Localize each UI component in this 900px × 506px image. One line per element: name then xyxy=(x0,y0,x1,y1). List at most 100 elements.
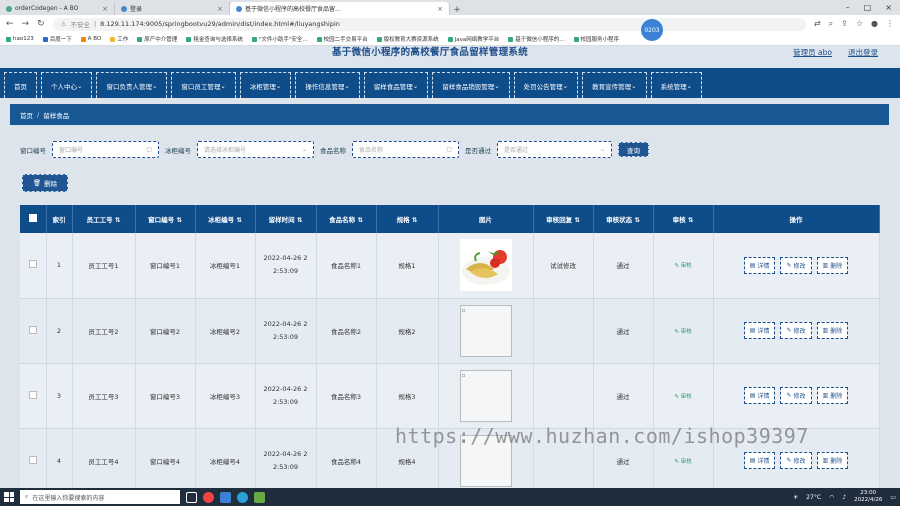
row-checkbox[interactable] xyxy=(20,298,47,364)
close-tab-icon[interactable]: × xyxy=(217,5,223,13)
col-freezer-no[interactable]: 冰柜编号 ⇅ xyxy=(195,205,256,233)
minimize-icon[interactable]: – xyxy=(846,3,850,12)
bookmark-item[interactable]: A BO xyxy=(80,36,101,42)
approved-select[interactable]: 是否通过 ⌄ xyxy=(497,141,612,158)
chrome-icon[interactable] xyxy=(203,491,214,503)
menu-icon[interactable]: ⋮ xyxy=(886,19,894,29)
windows-start-icon[interactable] xyxy=(4,492,14,502)
logout-link[interactable]: 退出登录 xyxy=(848,47,878,58)
search-icon: ⌕ xyxy=(25,493,29,500)
delete-button[interactable]: ▥ 删除 xyxy=(816,256,849,274)
cell-index: 4 xyxy=(46,428,73,488)
col-window-no[interactable]: 窗口编号 ⇅ xyxy=(135,205,196,233)
browser-tab-active[interactable]: 基于微信小程序的高校餐厅食品留... × xyxy=(230,2,450,15)
nav-sample-food[interactable]: 留样食品管理 ⌄ xyxy=(363,72,429,98)
bookmark-icon xyxy=(137,36,143,42)
nav-penalty-notice[interactable]: 处罚公告管理 ⌄ xyxy=(513,72,579,98)
bookmark-item[interactable]: 租金查询与选择系统 xyxy=(186,35,243,43)
audit-link[interactable]: ✎ 审核 xyxy=(674,263,691,269)
user-area: 管理员 abo 退出登录 xyxy=(793,47,878,58)
bookmark-item[interactable]: 校园二手交易平台 xyxy=(316,35,368,43)
close-tab-icon[interactable]: × xyxy=(437,5,443,13)
col-staff-no[interactable]: 员工工号 ⇅ xyxy=(72,205,136,233)
edit-button[interactable]: ✎ 修改 xyxy=(780,387,812,404)
share-icon[interactable]: ⇪ xyxy=(841,19,848,29)
bookmark-item[interactable]: 百度一下 xyxy=(42,35,72,43)
freezer-no-select[interactable]: 请选择冰柜编号 ⌄ xyxy=(197,141,314,158)
edge-icon[interactable] xyxy=(237,491,248,503)
bookmark-item[interactable]: 原产中介管理 xyxy=(137,35,177,43)
clock[interactable]: 23:00 2022/4/26 xyxy=(854,490,882,504)
edit-button[interactable]: ✎ 修改 xyxy=(780,322,812,339)
bookmark-item[interactable]: 基于微信小程序的... xyxy=(508,35,565,43)
col-sample-time[interactable]: 留样时间 ⇅ xyxy=(255,205,317,233)
select-all-checkbox[interactable] xyxy=(20,205,47,233)
delete-button[interactable]: ▥ 删除 xyxy=(816,452,849,469)
detail-button[interactable]: ▤ 详情 xyxy=(743,322,776,339)
col-audit-reply[interactable]: 审核回复 ⇅ xyxy=(533,205,594,233)
nav-operation-info[interactable]: 操作信息管理 ⌄ xyxy=(295,72,360,98)
browser-tab[interactable]: orderCodegen - A BO × xyxy=(0,2,115,15)
app-icon[interactable] xyxy=(254,491,265,503)
breadcrumb-home[interactable]: 首页 xyxy=(20,110,33,120)
forward-icon[interactable]: → xyxy=(22,19,30,29)
url-input[interactable]: ⚠ 不安全 | 8.129.11.174:9005/springbootvu29… xyxy=(52,17,806,31)
nav-system[interactable]: 系统管理 ⌄ xyxy=(650,72,703,98)
window-no-input[interactable]: 窗口编号 ▢ xyxy=(52,141,159,158)
bookmark-item[interactable]: 工作 xyxy=(110,35,128,43)
food-thumbnail[interactable]: ▫ xyxy=(459,304,512,357)
audit-link[interactable]: ✎ 审核 xyxy=(674,329,691,335)
batch-delete-button[interactable]: 🗑 删除 xyxy=(22,174,68,192)
browser-tab[interactable]: 登录 × xyxy=(115,2,230,15)
food-thumbnail[interactable] xyxy=(459,239,512,292)
col-food-name[interactable]: 食品名称 ⇅ xyxy=(316,205,377,233)
nav-window-manager[interactable]: 窗口负责人管理 ⌄ xyxy=(96,72,168,98)
star-icon[interactable]: ☆ xyxy=(856,19,863,29)
food-name-input[interactable]: 食品名称 ▢ xyxy=(352,141,459,158)
col-audit-status[interactable]: 审核状态 ⇅ xyxy=(593,205,654,233)
nav-education[interactable]: 教育宣传管理 ⌄ xyxy=(582,72,647,98)
bookmark-item[interactable]: 版权教育大赛资源系统 xyxy=(376,35,439,43)
bookmark-item[interactable]: hao123 xyxy=(6,36,34,42)
reload-icon[interactable]: ↻ xyxy=(37,19,45,29)
detail-button[interactable]: ▤ 详情 xyxy=(743,387,776,404)
detail-button[interactable]: ▤ 详情 xyxy=(743,256,776,274)
taskbar-search-input[interactable]: ⌕ 在这里输入你要搜索的内容 xyxy=(20,490,180,504)
row-checkbox[interactable] xyxy=(20,428,47,488)
floating-badge[interactable]: 0203 xyxy=(641,19,663,41)
row-checkbox[interactable] xyxy=(20,363,47,429)
close-tab-icon[interactable]: × xyxy=(102,5,108,13)
back-icon[interactable]: ← xyxy=(6,19,14,29)
volume-icon[interactable]: ♪ xyxy=(842,494,846,501)
app-icon[interactable] xyxy=(220,491,231,503)
zoom-icon[interactable]: ⌕ xyxy=(829,19,833,29)
edit-button[interactable]: ✎ 修改 xyxy=(780,256,812,274)
delete-button[interactable]: ▥ 删除 xyxy=(816,387,849,404)
notification-icon[interactable]: ▭ xyxy=(890,494,896,501)
translate-icon[interactable]: ⇄ xyxy=(814,19,821,29)
delete-button[interactable]: ▥ 删除 xyxy=(816,322,849,339)
new-tab-icon[interactable]: + xyxy=(450,5,464,15)
food-thumbnail[interactable]: ▫ xyxy=(459,369,512,422)
audit-link[interactable]: ✎ 审核 xyxy=(674,394,691,400)
close-window-icon[interactable]: × xyxy=(885,3,892,12)
nav-personal-center[interactable]: 个人中心 ⌄ xyxy=(41,72,93,98)
edit-button[interactable]: ✎ 修改 xyxy=(780,452,812,469)
audit-link[interactable]: ✎ 审核 xyxy=(674,459,691,465)
bookmark-item[interactable]: Java网络教学平台 xyxy=(447,35,499,43)
detail-button[interactable]: ▤ 详情 xyxy=(743,452,776,469)
bookmark-item[interactable]: "文件小助手"安全... xyxy=(251,35,308,43)
row-checkbox[interactable] xyxy=(20,233,47,299)
task-view-icon[interactable] xyxy=(186,491,197,503)
col-spec[interactable]: 规格 ⇅ xyxy=(376,205,439,233)
bookmark-item[interactable]: 校园服务小程序 xyxy=(573,35,619,43)
nav-home[interactable]: 首页 xyxy=(4,72,37,98)
col-audit[interactable]: 审核 ⇅ xyxy=(653,205,714,233)
nav-window-staff[interactable]: 窗口员工管理 ⌄ xyxy=(171,72,236,98)
maximize-icon[interactable]: □ xyxy=(864,3,872,12)
query-button[interactable]: 查询 xyxy=(618,142,649,157)
nav-sample-destroy[interactable]: 留样食品销毁管理 ⌄ xyxy=(432,72,510,98)
profile-icon[interactable]: ● xyxy=(871,19,878,29)
network-icon[interactable]: ◠ xyxy=(829,494,834,501)
nav-freezer[interactable]: 冰柜管理 ⌄ xyxy=(239,72,292,98)
